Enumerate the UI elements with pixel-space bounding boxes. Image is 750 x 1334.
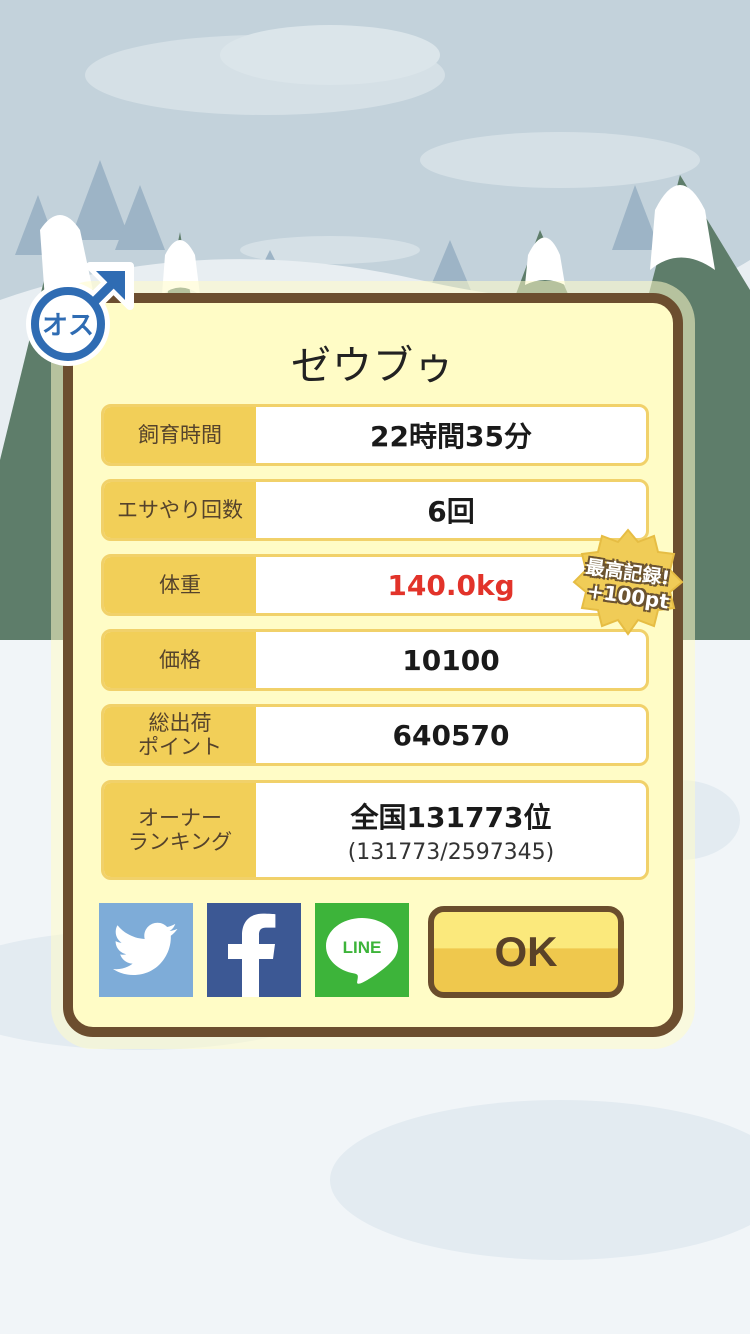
ranking-detail: (131773/2597345)	[347, 839, 555, 865]
line-logo-icon: LINE	[326, 918, 398, 984]
twitter-bird-icon	[113, 922, 178, 975]
line-logo-text: LINE	[343, 938, 382, 957]
ranking-main: 全国131773位	[350, 800, 552, 834]
stat-label: 体重	[104, 557, 256, 613]
male-gender-badge: オス	[24, 262, 134, 372]
stat-row-price: 価格 10100	[101, 629, 649, 691]
ranking-value: 全国131773位 (131773/2597345)	[256, 783, 646, 877]
stat-row-raising-time: 飼育時間 22時間35分	[101, 404, 649, 466]
stat-row-weight: 体重 140.0kg	[101, 554, 649, 616]
stat-value: 22時間35分	[370, 420, 532, 453]
stat-value: 10100	[402, 643, 500, 677]
stat-label: 価格	[104, 632, 256, 688]
stat-value: 640570	[392, 718, 510, 752]
facebook-f-icon	[228, 913, 276, 997]
line-share-button[interactable]: LINE	[315, 903, 409, 997]
stat-row-owner-ranking: オーナー ランキング 全国131773位 (131773/2597345)	[101, 780, 649, 880]
stat-label: 飼育時間	[104, 407, 256, 463]
pet-name-title: ゼウブゥ	[291, 343, 455, 389]
stat-row-feed-count: エサやり回数 6回	[101, 479, 649, 541]
twitter-share-button[interactable]	[99, 903, 193, 997]
stat-label-line1: オーナー	[138, 805, 222, 830]
stat-label-line2: ポイント	[138, 735, 222, 759]
stat-label: エサやり回数	[104, 482, 256, 538]
stat-label: オーナー ランキング	[104, 783, 256, 877]
gender-label: オス	[42, 311, 94, 341]
facebook-share-button[interactable]	[207, 903, 301, 997]
stat-label-line2: ランキング	[127, 830, 233, 854]
stat-row-shipping-points: 総出荷 ポイント 640570	[101, 704, 649, 766]
best-record-badge: 最高記録! +100pt	[572, 528, 684, 638]
pet-info-dialog: ゼウブゥ 飼育時間 22時間35分 エサやり回数 6回 体重 140.0kg 価…	[63, 293, 683, 1037]
stat-label: 総出荷 ポイント	[104, 707, 256, 763]
ok-button[interactable]: OK	[428, 906, 624, 998]
stat-label-line1: 総出荷	[148, 710, 212, 735]
male-symbol-icon: オス	[26, 262, 134, 366]
